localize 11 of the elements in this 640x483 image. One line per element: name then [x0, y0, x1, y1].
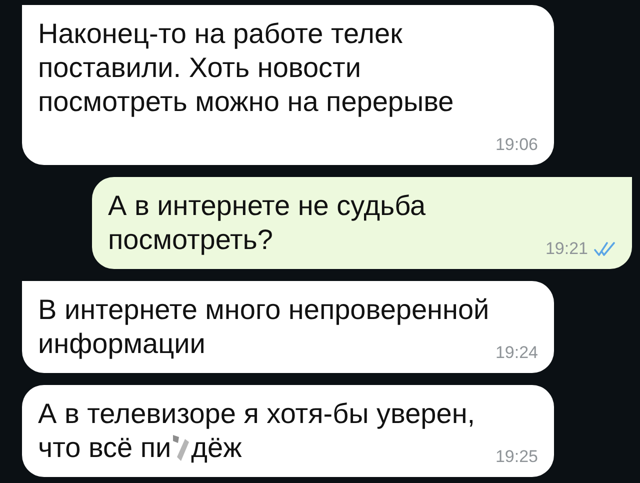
- message-time: 19:06: [495, 135, 538, 155]
- censor-mark-icon: [171, 433, 192, 463]
- message-time: 19:25: [495, 447, 538, 467]
- message-time: 19:24: [495, 343, 538, 363]
- message-time: 19:21: [545, 239, 588, 259]
- message-text: что всё пи: [38, 431, 172, 465]
- message-text: дёж: [191, 431, 242, 465]
- message-text: В интернете много непроверенной информации: [38, 294, 490, 359]
- message-text: А в интернете не судьба посмотреть?: [108, 190, 426, 255]
- message-text: Наконец-то на работе телек поставили. Хоть новости посмотреть можно на перерыве: [38, 18, 454, 117]
- message-text: А в телевизоре я хотя-бы уверен,: [38, 397, 476, 431]
